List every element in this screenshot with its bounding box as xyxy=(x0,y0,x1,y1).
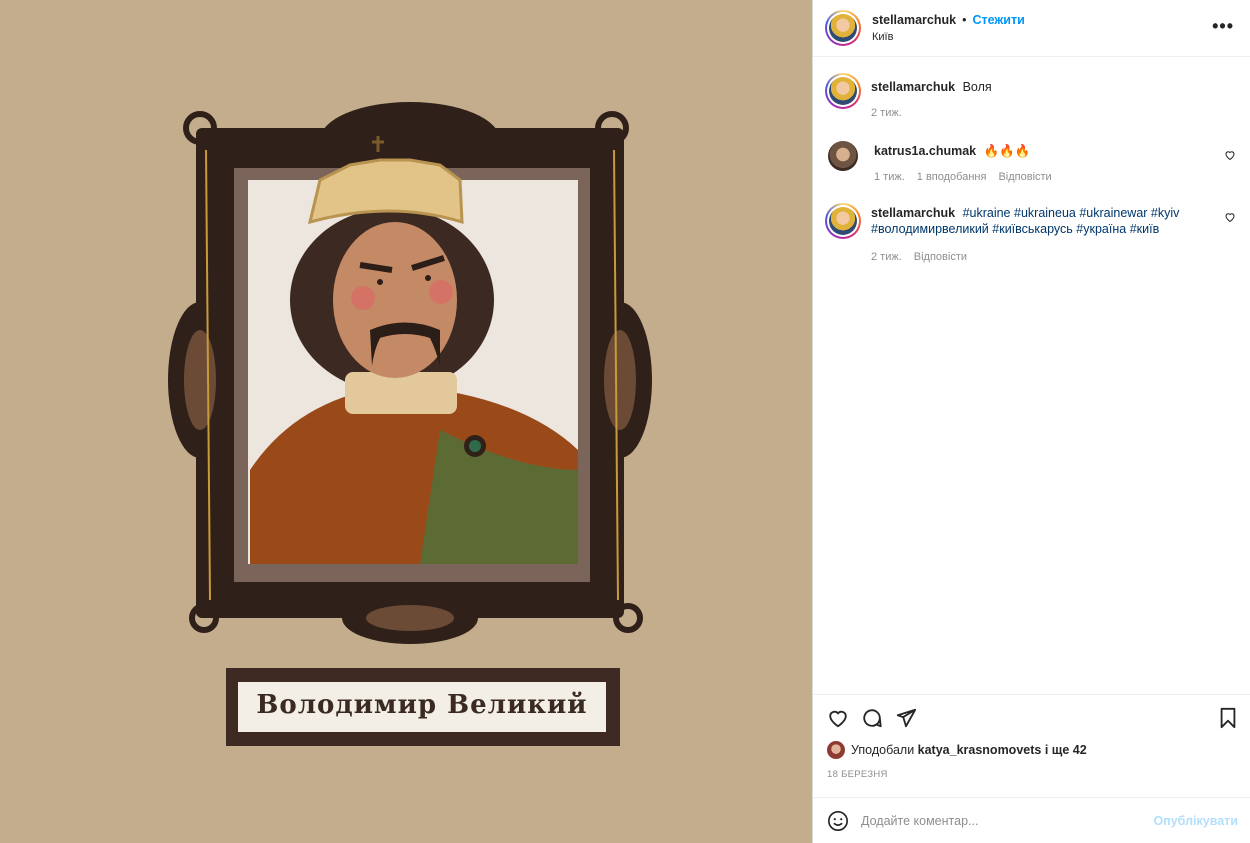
comment-time[interactable]: 2 тиж. xyxy=(871,251,902,263)
commenter-avatar[interactable] xyxy=(828,141,858,171)
hashtag[interactable]: #ukrainewar xyxy=(1079,206,1147,220)
caption-time[interactable]: 2 тиж. xyxy=(871,107,902,119)
hashtag[interactable]: #ukraineua xyxy=(1014,206,1076,220)
author-username[interactable]: stellamarchuk xyxy=(872,13,956,27)
commenter-avatar[interactable] xyxy=(825,203,861,239)
post-comment-button[interactable]: Опублікувати xyxy=(1153,814,1238,828)
post-header: stellamarchuk • Стежити Київ ••• xyxy=(813,0,1250,57)
post-viewer: Володимир Великий stellamarchuk • Стежит… xyxy=(0,0,1250,843)
liker-avatar[interactable] xyxy=(827,741,845,759)
add-comment-bar: Додайте коментар... Опублікувати xyxy=(813,797,1250,843)
post-actions: Уподобали katya_krasnomovets і ще 42 18 … xyxy=(813,694,1250,797)
comment-username[interactable]: stellamarchuk xyxy=(871,206,955,220)
separator-dot: • xyxy=(962,13,967,27)
heart-icon[interactable] xyxy=(827,707,849,729)
comment-text: 🔥🔥🔥 xyxy=(983,144,1031,158)
hashtag[interactable]: #володимирвеликий xyxy=(871,222,989,236)
share-icon[interactable] xyxy=(895,707,917,729)
hashtag[interactable]: #україна xyxy=(1076,222,1126,236)
comment-like-heart-icon[interactable] xyxy=(1224,211,1236,223)
comment-input[interactable]: Додайте коментар... xyxy=(861,814,1153,828)
caption-username[interactable]: stellamarchuk xyxy=(871,80,955,94)
likes-summary: Уподобали katya_krasnomovets і ще 42 xyxy=(827,741,1238,759)
hashtag[interactable]: #київськарусь xyxy=(992,222,1073,236)
post-sidebar: stellamarchuk • Стежити Київ ••• stellam… xyxy=(812,0,1250,843)
hashtag[interactable]: #kyiv xyxy=(1151,206,1179,220)
comment-item: katrus1a.chumak 🔥🔥🔥 1 тиж. 1 вподобання … xyxy=(825,141,1238,183)
post-date[interactable]: 18 БЕРЕЗНЯ xyxy=(827,769,1238,780)
likes-count[interactable]: і ще 42 xyxy=(1045,743,1087,757)
caption: stellamarchuk Воля 2 тиж. xyxy=(825,73,1238,119)
comment-username[interactable]: katrus1a.chumak xyxy=(874,144,976,158)
caption-avatar[interactable] xyxy=(825,73,861,109)
comment-icon[interactable] xyxy=(861,707,883,729)
reply-button[interactable]: Відповісти xyxy=(914,251,967,263)
image-title-plate-text: Володимир Великий xyxy=(256,690,588,720)
liker-username[interactable]: katya_krasnomovets xyxy=(918,743,1042,757)
comment-item: stellamarchuk #ukraine #ukraineua #ukrai… xyxy=(825,203,1238,263)
follow-button[interactable]: Стежити xyxy=(972,13,1024,27)
author-avatar[interactable] xyxy=(825,10,861,46)
hashtag[interactable]: #ukraine xyxy=(963,206,1011,220)
comments-list: stellamarchuk Воля 2 тиж. katrus1a.chuma… xyxy=(813,57,1250,694)
bookmark-icon[interactable] xyxy=(1218,707,1238,729)
reply-button[interactable]: Відповісти xyxy=(998,171,1051,183)
comment-like-heart-icon[interactable] xyxy=(1224,149,1236,161)
likes-prefix: Уподобали xyxy=(851,743,915,757)
caption-text: Воля xyxy=(962,80,992,94)
comment-time[interactable]: 1 тиж. xyxy=(874,171,905,183)
more-icon[interactable]: ••• xyxy=(1212,16,1234,37)
emoji-icon[interactable] xyxy=(827,810,849,832)
post-image[interactable]: Володимир Великий xyxy=(0,0,812,843)
hashtag[interactable]: #київ xyxy=(1130,222,1160,236)
comment-likes[interactable]: 1 вподобання xyxy=(917,171,987,183)
location-link[interactable]: Київ xyxy=(872,31,1025,43)
